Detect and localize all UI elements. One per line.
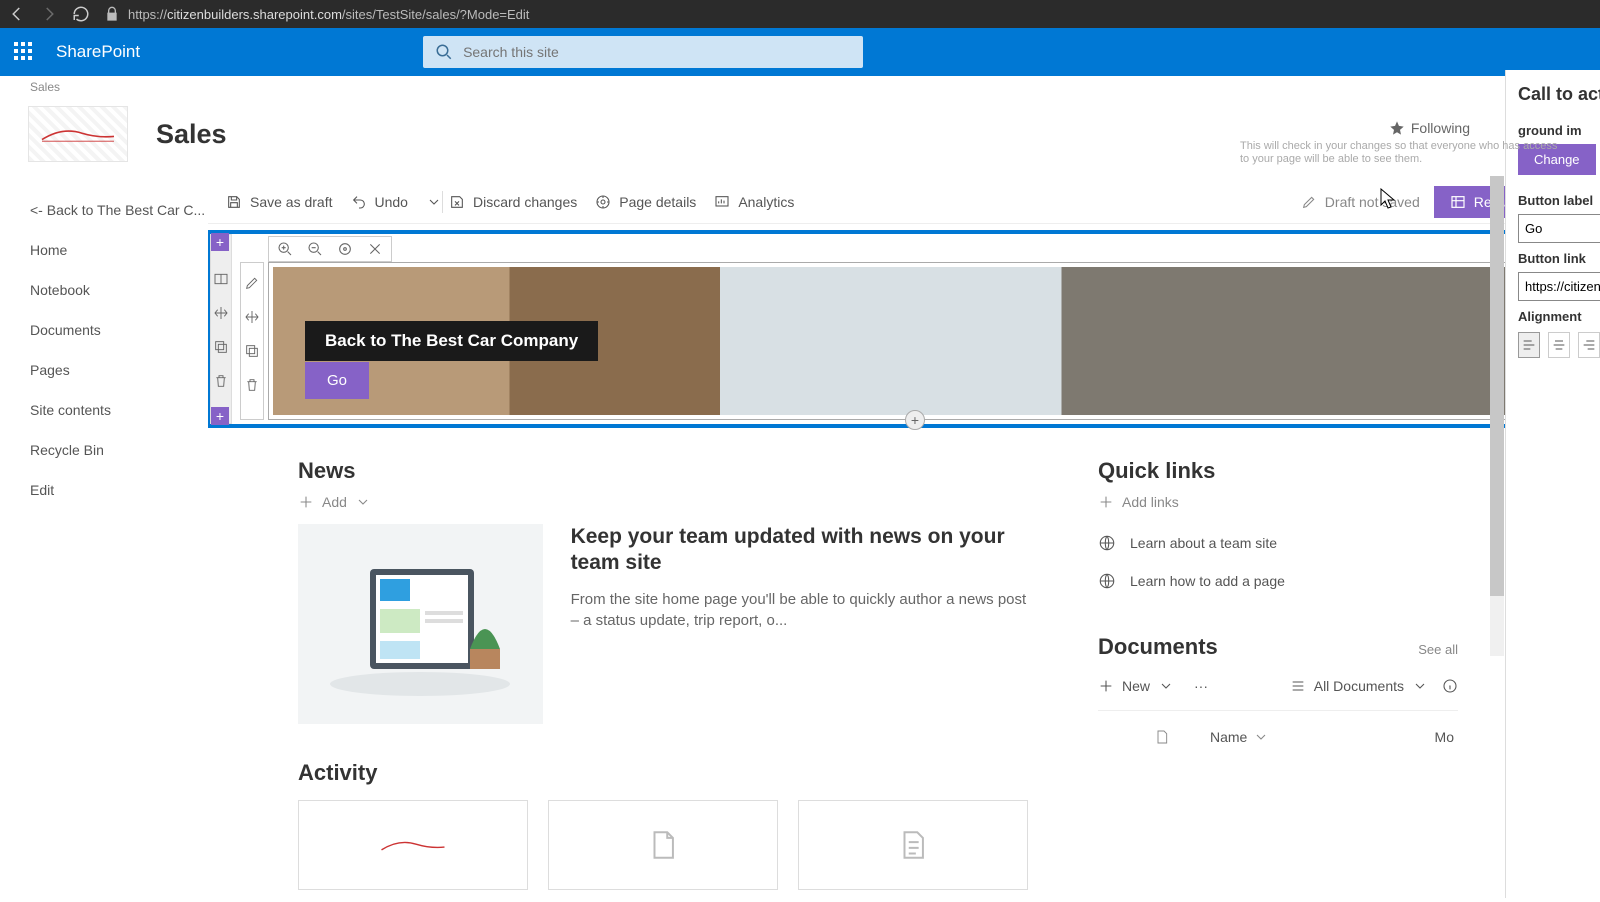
focal-point-icon[interactable] bbox=[337, 241, 353, 257]
file-type-icon[interactable] bbox=[1154, 729, 1170, 745]
pane-btn-link: Button link bbox=[1518, 251, 1600, 266]
forward-icon[interactable] bbox=[40, 5, 58, 23]
column-modified[interactable]: Mo bbox=[1435, 729, 1458, 745]
activity-card[interactable] bbox=[548, 800, 778, 890]
button-link-input[interactable] bbox=[1518, 272, 1600, 301]
pane-btn-label: Button label bbox=[1518, 193, 1600, 208]
site-title[interactable]: Sales bbox=[156, 119, 227, 150]
quicklinks-heading: Quick links bbox=[1098, 458, 1458, 484]
news-heading: News bbox=[298, 458, 1038, 484]
button-label-input[interactable] bbox=[1518, 214, 1600, 243]
browser-address-bar: https://citizenbuilders.sharepoint.com/s… bbox=[0, 0, 1600, 28]
nav-sitecontents[interactable]: Site contents bbox=[30, 390, 208, 430]
webpart-delete-icon[interactable] bbox=[244, 377, 260, 393]
documents-command-bar: New ··· All Documents bbox=[1098, 670, 1458, 702]
align-left-button[interactable] bbox=[1518, 332, 1540, 358]
zoom-out-icon[interactable] bbox=[307, 241, 323, 257]
pane-align-label: Alignment bbox=[1518, 309, 1600, 324]
back-icon[interactable] bbox=[8, 5, 26, 23]
nav-notebook[interactable]: Notebook bbox=[30, 270, 208, 310]
section-move-icon[interactable] bbox=[213, 305, 229, 321]
search-box[interactable] bbox=[423, 36, 863, 68]
section-layout-icon[interactable] bbox=[213, 271, 229, 287]
left-nav: <- Back to The Best Car C... Home Notebo… bbox=[0, 180, 208, 902]
quicklink-item[interactable]: Learn about a team site bbox=[1098, 524, 1458, 562]
pane-title: Call to acti bbox=[1518, 84, 1600, 105]
nav-back[interactable]: <- Back to The Best Car C... bbox=[30, 190, 208, 230]
align-right-button[interactable] bbox=[1578, 332, 1600, 358]
property-pane: Call to acti ground im Change Button lab… bbox=[1505, 70, 1600, 898]
activity-card[interactable] bbox=[298, 800, 528, 890]
mouse-cursor-icon bbox=[1380, 188, 1396, 210]
close-toolbar-icon[interactable] bbox=[367, 241, 383, 257]
breadcrumb[interactable]: Sales bbox=[0, 76, 1600, 96]
nav-documents[interactable]: Documents bbox=[30, 310, 208, 350]
hero-go-button[interactable]: Go bbox=[305, 362, 369, 399]
analytics-button[interactable]: Analytics bbox=[714, 194, 794, 210]
section-copy-icon[interactable] bbox=[213, 339, 229, 355]
discard-changes-button[interactable]: Discard changes bbox=[449, 194, 577, 210]
section-delete-icon[interactable] bbox=[213, 373, 229, 389]
news-placeholder-image bbox=[298, 524, 543, 724]
news-headline: Keep your team updated with news on your… bbox=[571, 524, 1038, 577]
news-add-button[interactable]: Add bbox=[298, 494, 1038, 510]
activity-heading: Activity bbox=[298, 760, 1038, 786]
quicklinks-add-button[interactable]: Add links bbox=[1098, 494, 1458, 510]
undo-chevron-icon[interactable] bbox=[426, 194, 442, 210]
section-rail: + + bbox=[210, 234, 232, 424]
zoom-in-icon[interactable] bbox=[277, 241, 293, 257]
documents-view-button[interactable]: All Documents bbox=[1290, 678, 1428, 694]
pane-bg-label: ground im bbox=[1518, 123, 1600, 138]
republish-tooltip: This will check in your changes so that … bbox=[1240, 140, 1560, 166]
documents-info-icon[interactable] bbox=[1442, 678, 1458, 694]
quicklink-item[interactable]: Learn how to add a page bbox=[1098, 562, 1458, 600]
documents-heading: Documents bbox=[1098, 634, 1218, 660]
webpart-zoom-toolbar bbox=[268, 236, 392, 262]
url-text[interactable]: https://citizenbuilders.sharepoint.com/s… bbox=[128, 7, 529, 22]
page-details-button[interactable]: Page details bbox=[595, 194, 696, 210]
draft-status: Draft not saved bbox=[1301, 194, 1420, 210]
nav-edit[interactable]: Edit bbox=[30, 470, 208, 510]
save-draft-button[interactable]: Save as draft bbox=[226, 194, 333, 210]
site-logo[interactable] bbox=[28, 106, 128, 162]
editor-area: Save as draft Undo Discard changes Page … bbox=[208, 180, 1600, 902]
follow-button[interactable]: Following bbox=[1389, 120, 1470, 136]
nav-recyclebin[interactable]: Recycle Bin bbox=[30, 430, 208, 470]
news-body: From the site home page you'll be able t… bbox=[571, 589, 1038, 631]
scrollbar[interactable] bbox=[1490, 176, 1504, 656]
reload-icon[interactable] bbox=[72, 5, 90, 23]
search-icon bbox=[435, 43, 453, 61]
app-launcher-icon[interactable] bbox=[14, 42, 34, 62]
undo-button[interactable]: Undo bbox=[351, 194, 408, 210]
nav-pages[interactable]: Pages bbox=[30, 350, 208, 390]
documents-more-icon[interactable]: ··· bbox=[1194, 678, 1208, 694]
hero-background: Back to The Best Car Company Go bbox=[273, 267, 1587, 415]
webpart-rail bbox=[240, 262, 264, 420]
hero-title[interactable]: Back to The Best Car Company bbox=[305, 321, 598, 361]
add-section-bottom-button[interactable]: + bbox=[211, 407, 229, 425]
align-center-button[interactable] bbox=[1548, 332, 1570, 358]
webpart-edit-icon[interactable] bbox=[244, 275, 260, 291]
activity-card[interactable] bbox=[798, 800, 1028, 890]
nav-home[interactable]: Home bbox=[30, 230, 208, 270]
documents-column-header: Name Mo bbox=[1098, 710, 1458, 745]
site-header: Sales Following This will check in your … bbox=[0, 96, 1600, 180]
selected-section[interactable]: + + bbox=[208, 230, 1600, 428]
call-to-action-webpart[interactable]: Back to The Best Car Company Go bbox=[268, 262, 1592, 420]
suite-bar: SharePoint bbox=[0, 28, 1600, 76]
documents-seeall-link[interactable]: See all bbox=[1418, 642, 1458, 657]
search-input[interactable] bbox=[463, 44, 851, 60]
follow-label: Following bbox=[1411, 120, 1470, 136]
add-webpart-button[interactable]: + bbox=[905, 410, 925, 430]
add-section-top-button[interactable]: + bbox=[211, 233, 229, 251]
webpart-copy-icon[interactable] bbox=[244, 343, 260, 359]
suite-title[interactable]: SharePoint bbox=[56, 42, 140, 62]
lock-icon bbox=[104, 6, 120, 22]
column-name[interactable]: Name bbox=[1210, 729, 1269, 745]
webpart-move-icon[interactable] bbox=[244, 309, 260, 325]
documents-new-button[interactable]: New bbox=[1098, 678, 1174, 694]
